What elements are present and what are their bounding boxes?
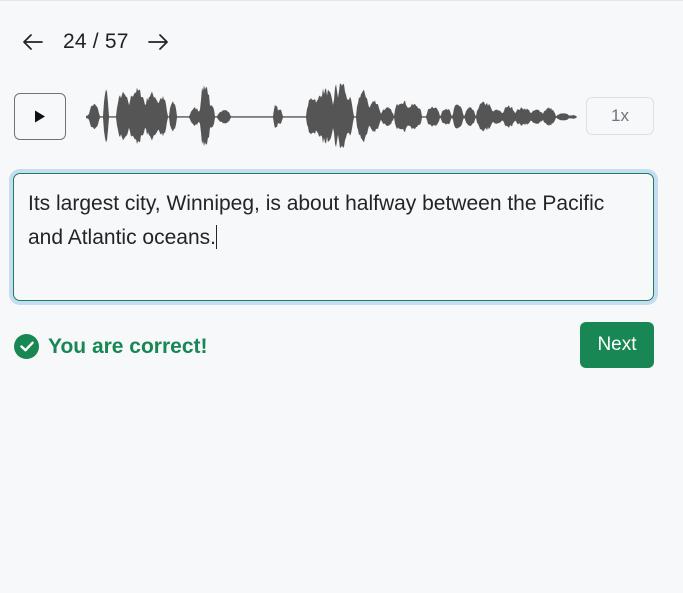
answer-text: Its largest city, Winnipeg, is about hal… (28, 192, 605, 249)
arrow-right-icon[interactable] (147, 31, 169, 53)
arrow-left-icon[interactable] (22, 31, 44, 53)
next-button[interactable]: Next (580, 322, 654, 368)
play-icon (35, 110, 45, 123)
play-button[interactable] (14, 93, 66, 140)
audio-player: 1x (14, 77, 654, 157)
question-navigation: 24 / 57 (22, 28, 169, 56)
audio-waveform[interactable] (86, 77, 577, 157)
feedback-message: You are correct! (14, 334, 208, 359)
question-counter: 24 / 57 (63, 30, 129, 53)
waveform-shape (86, 83, 576, 149)
feedback-text: You are correct! (48, 334, 208, 358)
playback-speed-button[interactable]: 1x (586, 97, 654, 135)
text-cursor (215, 225, 217, 249)
check-circle-icon (14, 334, 39, 359)
answer-input[interactable]: Its largest city, Winnipeg, is about hal… (13, 173, 654, 301)
